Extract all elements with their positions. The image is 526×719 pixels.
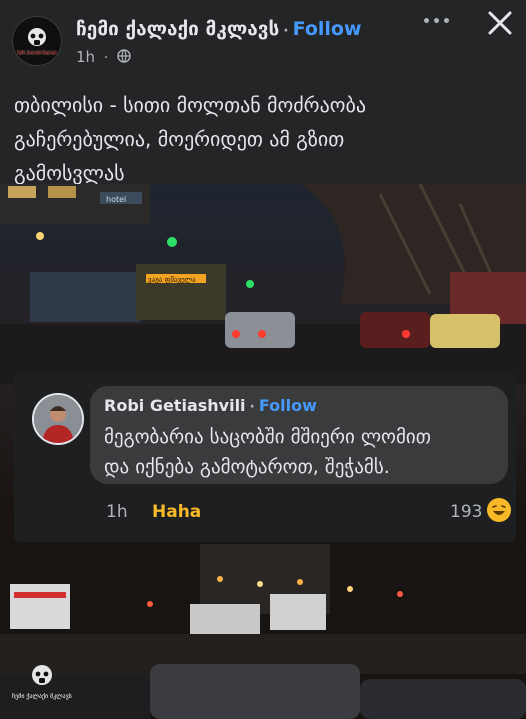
comment-bubble: Robi Getiashvili · Follow მეგობარია საცობშ… <box>90 386 508 484</box>
watermark-logo: ჩემი ქალაქი მკლავს <box>12 661 72 709</box>
comment-time[interactable]: 1h <box>106 502 128 522</box>
gas-mask-logo-icon <box>32 665 52 685</box>
bus-route-display: ვაჟა ფშაველა <box>148 276 196 284</box>
caption-line: გაჩერებულია, მოერიდეთ ამ გზით <box>14 127 345 151</box>
globe-icon <box>117 49 131 63</box>
page-avatar[interactable]: ჩემი ქალაქი მკლავს <box>12 16 62 66</box>
separator-dot: · <box>249 399 255 415</box>
caption-line: თბილისი - სითი მოლთან მოძრაობა <box>14 93 366 117</box>
commenter-name-row: Robi Getiashvili · Follow <box>104 396 317 415</box>
haha-emoji-icon <box>487 498 511 522</box>
avatar-brand-text: ჩემი ქალაქი მკლავს <box>17 50 57 55</box>
post-meta: 1h · <box>76 48 131 66</box>
comment-text: მეგობარია საცობში მშიერი ლომით და იქნება… <box>104 422 494 482</box>
close-button[interactable] <box>485 8 515 38</box>
post-time[interactable]: 1h <box>76 48 95 66</box>
separator-dot: · <box>103 50 109 66</box>
comment-card: Robi Getiashvili · Follow მეგობარია საცობშ… <box>14 374 516 542</box>
reaction-count[interactable]: 193 <box>450 502 482 522</box>
haha-reaction-button[interactable]: Haha <box>152 502 201 522</box>
more-horizontal-icon <box>424 18 429 23</box>
comment-line: და იქნება გამოტაროთ, შეჭამს. <box>104 456 390 478</box>
post-header: ჩემი ქალაქი მკლავს ჩემი ქალაქი მკლავს · Fo… <box>0 0 526 72</box>
commenter-avatar[interactable] <box>32 393 84 445</box>
hotel-sign: hotel <box>106 195 126 204</box>
post-caption: თბილისი - სითი მოლთან მოძრაობა გაჩერებულ… <box>14 88 514 190</box>
post-photo[interactable]: hotel ვაჟა ფშაველა Robi Getiashvili · Fo… <box>0 184 526 719</box>
person-icon <box>34 395 82 443</box>
gas-mask-logo-icon <box>19 28 55 55</box>
follow-commenter-button[interactable]: Follow <box>259 396 317 415</box>
close-icon <box>488 11 512 35</box>
more-options-button[interactable] <box>422 10 452 30</box>
comment-line: მეგობარია საცობში მშიერი ლომით <box>104 426 431 448</box>
page-name-link[interactable]: ჩემი ქალაქი მკლავს <box>76 18 279 40</box>
follow-page-button[interactable]: Follow <box>293 18 362 40</box>
commenter-name-link[interactable]: Robi Getiashvili <box>104 396 246 415</box>
separator-dot: · <box>283 23 289 39</box>
watermark-text: ჩემი ქალაქი მკლავს <box>12 693 72 700</box>
page-title: ჩემი ქალაქი მკლავს · Follow <box>76 18 362 40</box>
